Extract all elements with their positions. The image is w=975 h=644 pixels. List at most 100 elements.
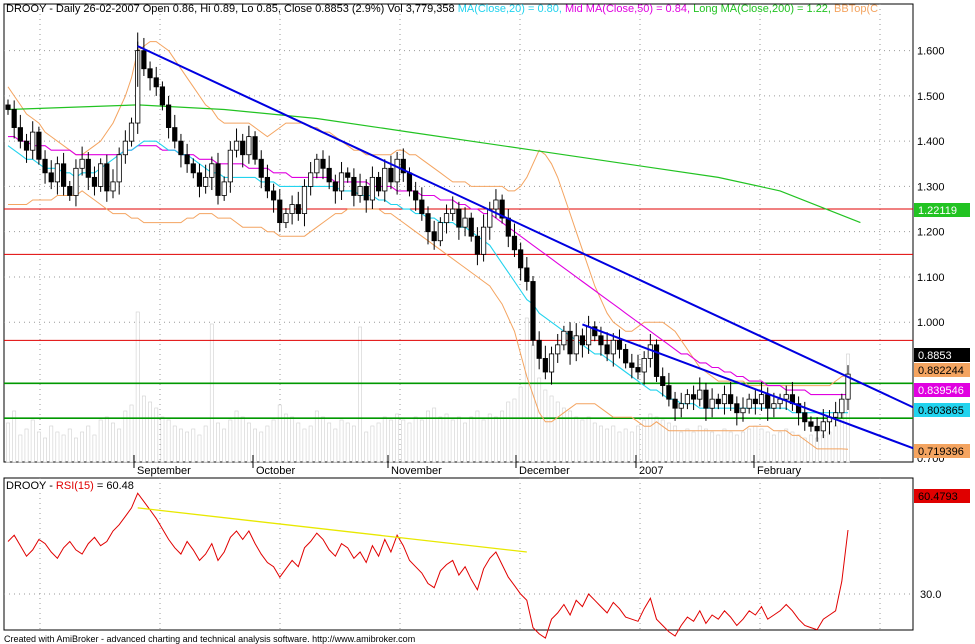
candle <box>530 276 536 346</box>
volume-bar <box>506 401 511 463</box>
volume-bar <box>265 425 270 463</box>
y-tick-label: 1.400 <box>917 136 945 148</box>
volume-bar <box>61 434 66 463</box>
volume-bar <box>617 431 622 463</box>
volume-bar <box>67 428 72 463</box>
volume-bar <box>592 422 597 463</box>
volume-bar <box>778 431 782 463</box>
candle <box>653 339 660 382</box>
volume-bar <box>771 434 776 463</box>
volume-bar <box>240 416 245 463</box>
volume-bar <box>413 416 418 463</box>
x-tick-label: December <box>519 465 570 477</box>
volume-bar <box>574 416 579 463</box>
volume-bar <box>636 425 640 463</box>
volume-bar <box>796 434 801 463</box>
header-segment: RSI(15) <box>56 480 94 492</box>
volume-bar <box>364 431 369 463</box>
volume-bar <box>389 419 393 463</box>
volume-bar <box>710 431 715 463</box>
volume-bar <box>216 422 220 463</box>
x-tick-label: October <box>256 465 295 477</box>
x-tick-label: September <box>137 465 191 477</box>
volume-bar <box>432 407 437 463</box>
volume-bar <box>376 422 381 463</box>
volume-bar <box>321 416 325 463</box>
volume-bar <box>49 425 54 463</box>
x-tick-label: February <box>757 465 802 477</box>
volume-bar <box>253 428 257 463</box>
volume-bar <box>623 428 628 463</box>
volume-bar <box>179 428 183 463</box>
volume-bar <box>629 431 634 463</box>
volume-bar <box>129 404 134 463</box>
volume-bar <box>611 425 616 463</box>
volume-bar <box>259 431 264 463</box>
rsi-y-tick-label: 30.0 <box>920 589 941 601</box>
volume-bar <box>697 425 702 463</box>
volume-bar <box>141 395 146 463</box>
price-badge-label: 0.8853 <box>918 350 952 362</box>
price-badge-label: 0.803865 <box>918 405 964 417</box>
volume-bar <box>512 398 517 463</box>
y-tick-label: 1.200 <box>917 227 945 239</box>
volume-bar <box>809 434 813 463</box>
header-segment: DROOY - <box>6 480 56 492</box>
volume-bar <box>327 422 332 463</box>
volume-bar <box>543 389 548 463</box>
volume-bar <box>685 428 690 463</box>
header-segment: MA(Close,20) = 0.80, <box>458 3 565 15</box>
volume-bar <box>92 434 97 463</box>
price-badge-label: 0.839546 <box>918 385 964 397</box>
y-tick-label: 1.500 <box>917 91 945 103</box>
volume-bar <box>203 425 208 463</box>
volume-bar <box>24 428 29 463</box>
price-header: DROOY - Daily 26-02-2007 Open 0.86, Hi 0… <box>6 3 878 15</box>
volume-bar <box>351 425 356 463</box>
volume-bar <box>765 431 770 463</box>
volume-bar <box>469 416 474 463</box>
candle <box>36 126 42 165</box>
volume-bar <box>117 428 122 463</box>
volume-bar <box>580 419 585 463</box>
volume-bar <box>271 419 276 463</box>
volume-bar <box>148 401 152 463</box>
volume-bar <box>802 437 807 463</box>
volume-bar <box>549 395 554 463</box>
volume-bar <box>531 344 535 463</box>
price-badge-label: 1.22119 <box>918 205 957 217</box>
volume-bar <box>191 428 196 463</box>
volume-bar <box>494 416 498 463</box>
y-tick-label: 1.600 <box>917 46 945 58</box>
volume-bar <box>419 419 424 463</box>
volume-bar <box>345 422 350 463</box>
volume-bar <box>679 431 684 463</box>
volume-bar <box>722 428 727 463</box>
volume-bar <box>456 416 461 463</box>
volume-bar <box>734 434 739 463</box>
volume-bar <box>43 437 47 463</box>
volume-bar <box>98 419 103 463</box>
volume-bar <box>55 431 60 463</box>
volume-bar <box>296 422 301 463</box>
header-segment: Mid MA(Close,50) = 0.84, <box>565 3 693 15</box>
header-segment: Long MA(Close,200) = 1.22, <box>693 3 834 15</box>
volume-bar <box>555 401 560 463</box>
volume-bar <box>222 428 227 463</box>
volume-bar <box>666 422 671 463</box>
volume-bar <box>648 413 653 463</box>
volume-bar <box>463 422 467 463</box>
footer-credit: Created with AmiBroker - advanced charti… <box>4 634 415 644</box>
volume-bar <box>284 413 288 463</box>
volume-bar <box>111 422 115 463</box>
volume-bar <box>36 431 41 463</box>
volume-bar <box>487 413 492 463</box>
volume-bar <box>30 419 35 463</box>
volume-bar <box>561 407 566 463</box>
y-tick-label: 1.100 <box>917 272 945 284</box>
volume-bar <box>6 422 10 463</box>
volume-bar <box>444 413 449 463</box>
chart-canvas: 1.6001.5001.4001.3001.2001.1001.0000.700… <box>0 0 975 644</box>
header-segment: BBTop(C <box>834 3 878 15</box>
volume-bar <box>302 428 307 463</box>
